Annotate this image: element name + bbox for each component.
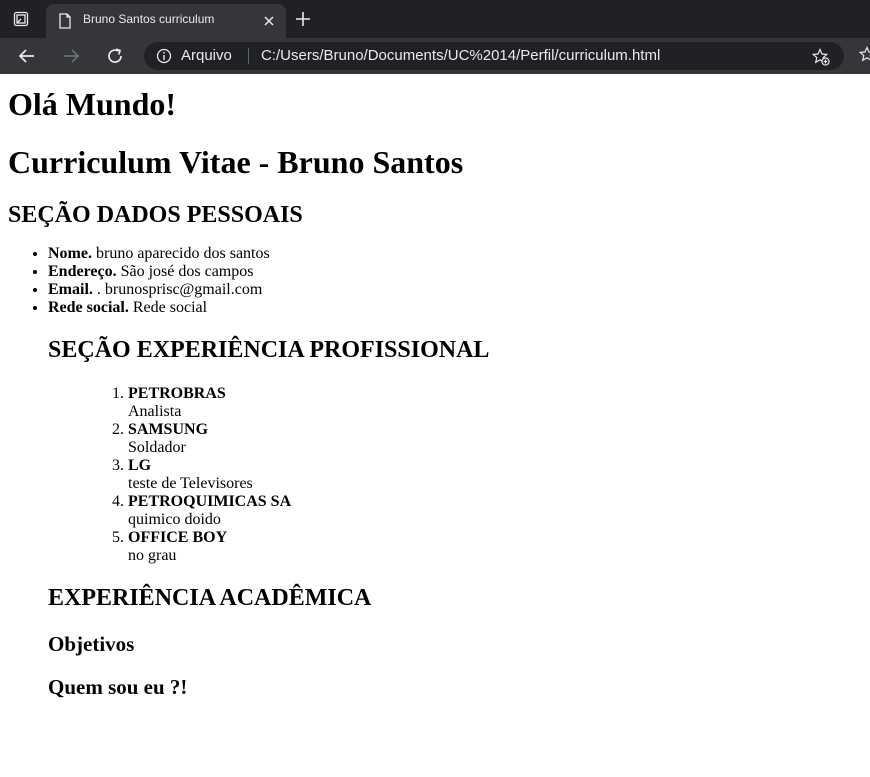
address-bar[interactable]: Arquivo C:/Users/Bruno/Documents/UC%2014… — [144, 42, 844, 70]
back-icon[interactable] — [17, 46, 37, 66]
job-role: Soldador — [128, 438, 186, 456]
objectives-heading: Objetivos — [48, 632, 135, 657]
tab-strip: Bruno Santos curriculum — [0, 0, 870, 38]
tab-actions-icon[interactable] — [12, 10, 30, 28]
field-value: . brunosprisc@gmail.com — [96, 281, 263, 299]
field-label: Rede social. — [48, 299, 129, 317]
field-value: Rede social — [132, 299, 208, 317]
favorites-icon[interactable] — [858, 46, 870, 64]
company-name: PETROBRAS — [128, 384, 226, 402]
personal-data-list: Nome. bruno aparecido dos santos Endereç… — [8, 245, 862, 317]
about-heading: Quem sou eu ?! — [48, 674, 188, 699]
company-name: OFFICE BOY — [128, 528, 228, 546]
plus-icon[interactable] — [294, 10, 312, 28]
job-role: teste de Televisores — [128, 474, 253, 492]
field-value: São josé dos campos — [120, 263, 254, 281]
field-value: bruno aparecido dos santos — [95, 245, 270, 263]
experience-section-heading: SEÇÃO EXPERIÊNCIA PROFISSIONAL — [48, 337, 490, 364]
page-icon — [58, 13, 72, 29]
list-item: Email. . brunosprisc@gmail.com — [48, 281, 862, 299]
list-item: OFFICE BOYno grau — [128, 529, 862, 565]
info-icon[interactable] — [156, 48, 172, 64]
address-separator — [248, 48, 249, 64]
cv-title: Curriculum Vitae - Bruno Santos — [8, 143, 464, 180]
list-item: LGteste de Televisores — [128, 457, 862, 493]
list-item: SAMSUNGSoldador — [128, 421, 862, 457]
field-label: Endereço. — [48, 263, 117, 281]
list-item: PETROQUIMICAS SAquimico doido — [128, 493, 862, 529]
company-name: LG — [128, 456, 152, 474]
file-label: Arquivo — [181, 47, 232, 64]
job-role: Analista — [128, 402, 182, 420]
list-item: PETROBRASAnalista — [128, 385, 862, 421]
list-item: Endereço. São josé dos campos — [48, 263, 862, 281]
academic-section-heading: EXPERIÊNCIA ACADÊMICA — [48, 584, 372, 611]
experience-list: PETROBRASAnalista SAMSUNGSoldador LGtest… — [48, 385, 862, 565]
close-icon[interactable] — [262, 14, 276, 28]
forward-icon[interactable] — [61, 46, 81, 66]
hello-heading: Olá Mundo! — [8, 86, 177, 122]
field-label: Nome. — [48, 245, 92, 263]
job-role: no grau — [128, 546, 177, 564]
browser-chrome: Bruno Santos curriculum Arquivo C:/Users… — [0, 0, 870, 74]
toolbar: Arquivo C:/Users/Bruno/Documents/UC%2014… — [0, 38, 870, 74]
company-name: PETROQUIMICAS SA — [128, 492, 292, 510]
url-text[interactable]: C:/Users/Bruno/Documents/UC%2014/Perfil/… — [261, 47, 660, 64]
job-role: quimico doido — [128, 510, 221, 528]
company-name: SAMSUNG — [128, 420, 209, 438]
reload-icon[interactable] — [105, 46, 125, 66]
page-content: Olá Mundo! Curriculum Vitae - Bruno Sant… — [0, 86, 870, 699]
add-favorite-icon[interactable] — [811, 48, 830, 66]
experience-block: SEÇÃO EXPERIÊNCIA PROFISSIONAL PETROBRAS… — [8, 337, 862, 698]
field-label: Email. — [48, 281, 93, 299]
active-tab[interactable]: Bruno Santos curriculum — [46, 4, 286, 38]
list-item: Nome. bruno aparecido dos santos — [48, 245, 862, 263]
personal-section-heading: SEÇÃO DADOS PESSOAIS — [8, 201, 303, 228]
list-item: Rede social. Rede social — [48, 299, 862, 317]
tab-title: Bruno Santos curriculum — [83, 12, 215, 26]
